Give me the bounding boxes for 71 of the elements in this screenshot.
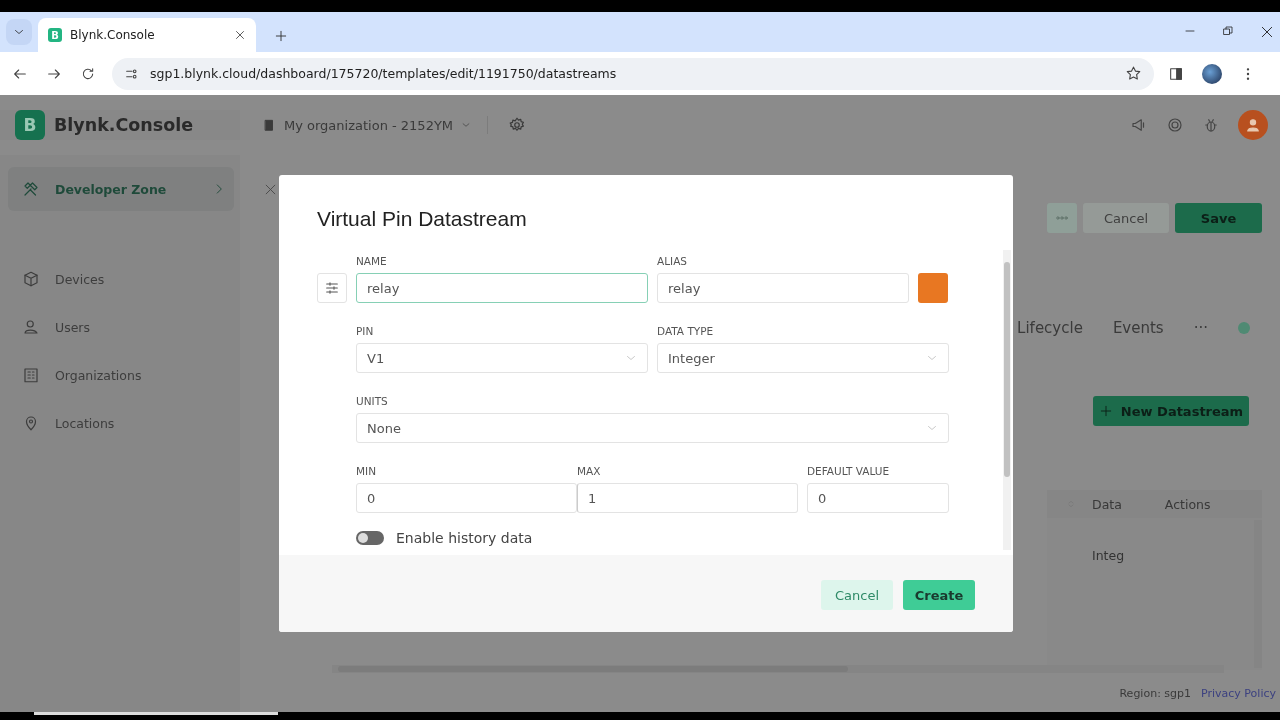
- sidebar-item[interactable]: Locations: [8, 405, 234, 441]
- field-label: ALIAS: [657, 255, 688, 267]
- tools-icon: [22, 180, 40, 198]
- cancel-button[interactable]: Cancel: [821, 580, 893, 610]
- tab-list-button[interactable]: [6, 19, 32, 45]
- address-bar[interactable]: sgp1.blynk.cloud/dashboard/175720/templates/edit/1191750/datastreams: [112, 57, 1154, 90]
- region-label: Region: sgp1: [1119, 687, 1192, 700]
- bug-icon: [1202, 116, 1220, 134]
- dropdown[interactable]: V1: [356, 343, 648, 373]
- sidebar-item[interactable]: Organizations: [8, 357, 234, 393]
- table-cell: Integ: [1092, 548, 1124, 563]
- side-panel-icon: [1168, 65, 1184, 82]
- brand-name: Blynk.Console: [54, 115, 194, 135]
- create-button[interactable]: Create: [903, 580, 975, 610]
- close-icon: [264, 183, 277, 196]
- lifebuoy-icon: [1166, 116, 1184, 134]
- browser-tab[interactable]: B Blynk.Console: [38, 18, 256, 52]
- privacy-link[interactable]: Privacy Policy: [1201, 687, 1280, 700]
- star-icon: [1125, 65, 1142, 82]
- new-datastream-button[interactable]: New Datastream: [1093, 396, 1249, 426]
- settings-button[interactable]: [317, 273, 347, 303]
- plus-icon: [1098, 404, 1113, 418]
- toggle-switch[interactable]: [356, 531, 384, 545]
- close-icon: [234, 29, 246, 41]
- logo: B: [15, 110, 45, 140]
- page-tab[interactable]: Lifecycle: [1017, 319, 1083, 337]
- page-tab[interactable]: ···: [1193, 319, 1208, 337]
- column-header[interactable]: Data: [1092, 496, 1122, 512]
- close-icon: [1260, 25, 1274, 39]
- person-icon: [1245, 117, 1261, 133]
- field-label: MAX: [577, 465, 602, 477]
- sidebar-item[interactable]: Developer Zone: [8, 167, 234, 211]
- field-label: MIN: [356, 465, 377, 477]
- dialog-title: Virtual Pin Datastream: [317, 207, 528, 232]
- restore-icon: [1222, 25, 1234, 37]
- building-icon: [22, 366, 40, 384]
- plus-icon: [274, 29, 288, 43]
- page-tab[interactable]: Events: [1112, 319, 1164, 337]
- settings-icon: [508, 116, 527, 134]
- text-field[interactable]: relay: [657, 273, 909, 303]
- sliders-icon: [324, 280, 340, 296]
- color-swatch[interactable]: [918, 273, 948, 303]
- cancel-button[interactable]: Cancel: [1083, 203, 1169, 233]
- text-field[interactable]: 0: [356, 483, 577, 513]
- status-dot: [1238, 322, 1250, 334]
- organization-selector[interactable]: My organization - 2152YM: [284, 117, 454, 133]
- text-field[interactable]: 0: [807, 483, 949, 513]
- text-field[interactable]: relay: [356, 273, 648, 303]
- field-label: PIN: [356, 325, 375, 337]
- field-label: DEFAULT VALUE: [807, 465, 891, 477]
- caret-icon: [461, 120, 472, 130]
- sidebar-item[interactable]: Users: [8, 309, 234, 345]
- reload-icon: [80, 65, 96, 82]
- field-label: NAME: [356, 255, 388, 267]
- text-field[interactable]: 1: [577, 483, 798, 513]
- building-icon: [262, 118, 276, 132]
- profile-avatar[interactable]: [1202, 63, 1222, 84]
- column-header[interactable]: Actions: [1164, 496, 1211, 512]
- favicon: B: [48, 28, 62, 42]
- more-button[interactable]: [1047, 203, 1077, 233]
- user-avatar[interactable]: [1238, 110, 1268, 140]
- cube-icon: [22, 270, 40, 288]
- toggle-label: Enable history data: [396, 530, 533, 546]
- field-label: UNITS: [356, 395, 389, 407]
- dropdown[interactable]: Integer: [657, 343, 949, 373]
- sidebar-item[interactable]: Devices: [8, 261, 234, 297]
- field-label: DATA TYPE: [657, 325, 715, 337]
- user-icon: [22, 318, 40, 336]
- dropdown[interactable]: None: [356, 413, 949, 443]
- save-button[interactable]: Save: [1175, 203, 1262, 233]
- scrollbar[interactable]: [1003, 250, 1011, 550]
